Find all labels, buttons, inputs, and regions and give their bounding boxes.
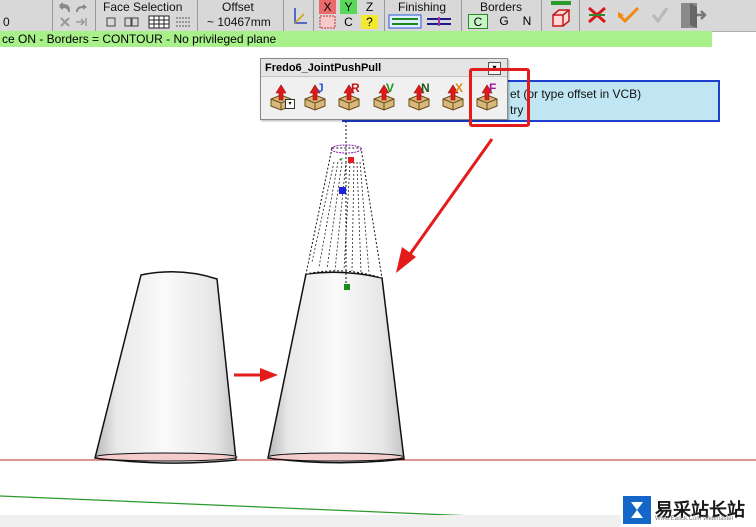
watermark-logo-icon <box>623 496 651 524</box>
finishing-option-2-icon[interactable] <box>424 14 454 29</box>
annotation-arrow-horizontal <box>234 368 278 382</box>
exit-icon[interactable] <box>679 1 707 30</box>
palette-button-letter: X <box>455 81 464 95</box>
joint-icon[interactable]: J <box>301 81 329 111</box>
palette-button-letter: N <box>421 81 430 95</box>
annotation-arrow-diagonal <box>396 138 494 273</box>
cancel-icon[interactable] <box>59 16 71 28</box>
axis-help-button[interactable]: ? <box>361 15 378 29</box>
separator <box>95 0 96 31</box>
separator <box>52 0 53 31</box>
status-bar: ce ON - Borders = CONTOUR - No privilege… <box>0 31 712 47</box>
face-connected-icon[interactable] <box>124 16 144 28</box>
separator <box>384 0 385 31</box>
left-cone[interactable] <box>94 271 238 464</box>
vector-icon[interactable]: V <box>370 81 398 111</box>
undo-icon[interactable] <box>58 2 72 14</box>
grid-plane-icon[interactable] <box>319 15 336 29</box>
axis-x-button[interactable]: X <box>319 0 336 14</box>
left-value: 0 <box>3 15 10 29</box>
axis-y-button[interactable]: Y <box>340 0 357 14</box>
separator <box>313 0 314 31</box>
separator <box>579 0 580 31</box>
face-grid-icon[interactable] <box>148 15 170 29</box>
offset-value[interactable]: ~ 10467mm <box>207 15 271 29</box>
offset-label: Offset <box>222 0 254 14</box>
separator <box>541 0 542 31</box>
axis-z-button[interactable]: Z <box>361 0 378 14</box>
redo-icon[interactable] <box>74 2 88 14</box>
face-selection-label: Face Selection <box>103 0 183 14</box>
finishing-option-1-icon[interactable] <box>388 14 422 29</box>
highlight-box <box>469 68 530 127</box>
palette-button-letter: J <box>317 81 324 95</box>
finishing-label: Finishing <box>398 0 447 14</box>
borders-n-button[interactable]: N <box>519 14 535 29</box>
preview-frustum <box>305 97 383 290</box>
watermark-subtext: Www.Easck.Com Webmaster <box>655 516 734 522</box>
cube-icon[interactable] <box>549 7 573 29</box>
face-single-icon[interactable] <box>104 16 124 28</box>
watermark: 易采站长站 Www.Easck.Com Webmaster <box>621 494 756 527</box>
skip-icon[interactable] <box>74 16 88 28</box>
face-list-icon[interactable] <box>174 15 192 29</box>
palette-button-letter: V <box>386 81 395 95</box>
palette-button-letter: R <box>351 81 360 95</box>
axes-icon[interactable] <box>292 6 308 26</box>
left-group: 0 <box>0 0 70 31</box>
dropdown-icon[interactable]: ▾ <box>285 99 295 109</box>
separator <box>461 0 462 31</box>
top-toolbar: 0 Face Selection Offset ~ 10467mm X Y Z … <box>0 0 756 32</box>
borders-c-button[interactable]: C <box>468 14 488 29</box>
separator <box>283 0 284 31</box>
joint-push-pull-icon[interactable]: ▾ <box>267 81 295 111</box>
delete-icon[interactable] <box>586 5 608 25</box>
borders-g-button[interactable]: G <box>496 14 512 29</box>
right-cone[interactable] <box>267 271 405 464</box>
round-icon[interactable]: R <box>335 81 363 111</box>
validate-partial-icon[interactable] <box>616 4 642 26</box>
axis-c-button[interactable]: C <box>340 15 357 29</box>
separator <box>197 0 198 31</box>
validate-icon[interactable] <box>650 4 670 26</box>
borders-label: Borders <box>480 0 523 14</box>
normal-icon[interactable]: N <box>405 81 433 111</box>
extrude-icon[interactable]: X <box>439 81 467 111</box>
